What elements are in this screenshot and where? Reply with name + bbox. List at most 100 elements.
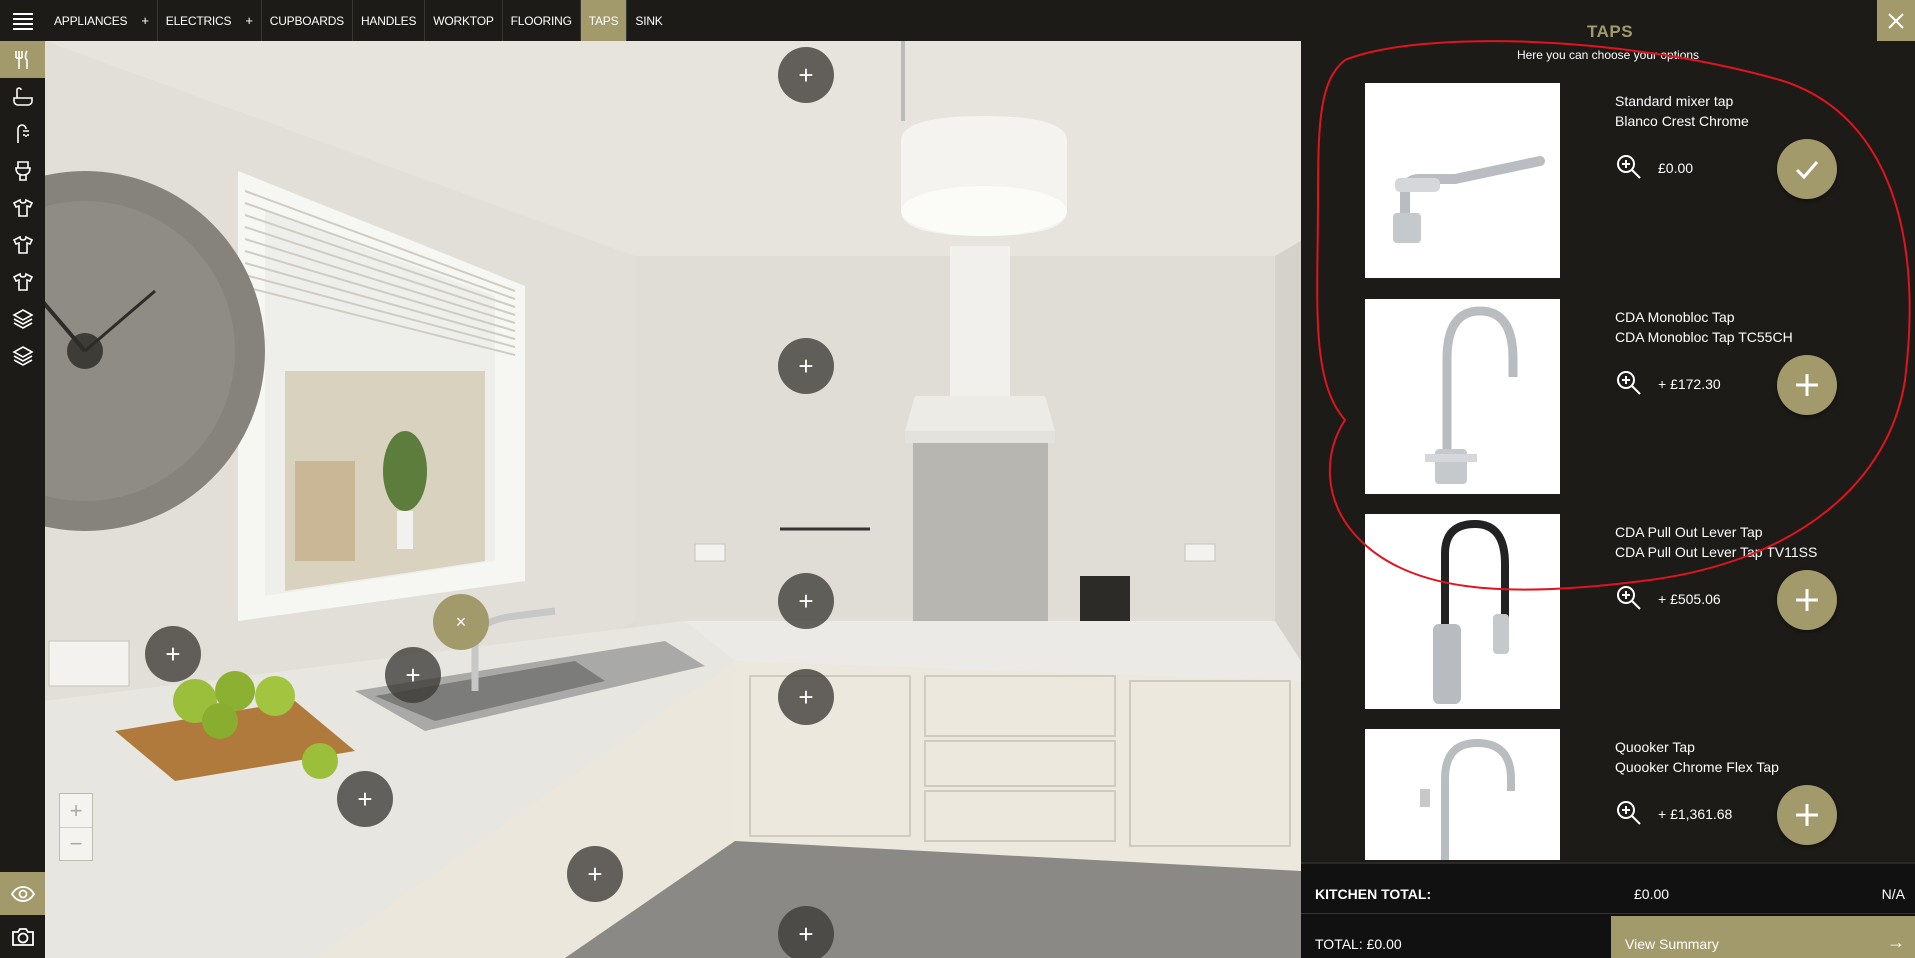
zoom-in-icon[interactable] bbox=[1615, 799, 1643, 827]
expand-icon[interactable]: + bbox=[245, 13, 253, 28]
plus-icon bbox=[1796, 804, 1818, 826]
tap-image[interactable] bbox=[1365, 83, 1560, 278]
option-model: Blanco Crest Chrome bbox=[1615, 113, 1749, 129]
zoom-in-icon[interactable] bbox=[1615, 153, 1643, 181]
option-name: Quooker Tap bbox=[1615, 739, 1695, 755]
hotspot-cupboard[interactable]: + bbox=[567, 846, 623, 902]
option-model: Quooker Chrome Flex Tap bbox=[1615, 759, 1779, 775]
nav-cupboards[interactable]: CUPBOARDS bbox=[262, 0, 353, 41]
nav-sink[interactable]: SINK bbox=[627, 0, 670, 41]
tap-image[interactable] bbox=[1365, 729, 1560, 860]
totals-footer: KITCHEN TOTAL: £0.00 N/A TOTAL: £0.00 Vi… bbox=[1301, 862, 1915, 958]
zoom-in-icon[interactable] bbox=[1615, 584, 1643, 612]
layers-icon[interactable] bbox=[0, 337, 45, 374]
subtitle-text: Here you can choose your options bbox=[1516, 48, 1700, 62]
kitchen-total-na: N/A bbox=[1881, 886, 1905, 902]
hotspot-worktop[interactable]: + bbox=[337, 771, 393, 827]
zoom-out-button[interactable]: − bbox=[60, 827, 92, 860]
nav-label: FLOORING bbox=[510, 13, 572, 28]
hotspot-socket[interactable]: + bbox=[145, 626, 201, 682]
hotspot-hob[interactable]: + bbox=[778, 573, 834, 629]
shirt-icon[interactable] bbox=[0, 189, 45, 226]
top-nav: APPLIANCES + ELECTRICS + CUPBOARDS HANDLES… bbox=[0, 0, 1301, 41]
option-name: CDA Pull Out Lever Tap bbox=[1615, 524, 1763, 540]
panel-title: TAPS bbox=[1587, 22, 1634, 41]
option-card[interactable]: CDA Monobloc Tap CDA Monobloc Tap TC55CH… bbox=[1365, 299, 1885, 494]
plus-icon: + bbox=[405, 660, 421, 690]
close-icon bbox=[1888, 12, 1904, 29]
close-panel-button[interactable] bbox=[1877, 0, 1915, 41]
nav-label: APPLIANCES bbox=[54, 13, 128, 28]
kitchen-total-row: KITCHEN TOTAL: £0.00 N/A bbox=[1301, 862, 1915, 914]
hotspot-drawers[interactable]: + bbox=[778, 669, 834, 725]
plus-icon: + bbox=[798, 586, 814, 616]
kitchen-total-label: KITCHEN TOTAL: bbox=[1315, 886, 1432, 902]
close-icon: × bbox=[455, 612, 467, 632]
toilet-icon[interactable] bbox=[0, 152, 45, 189]
add-option-button[interactable] bbox=[1777, 570, 1837, 630]
options-panel: TAPS Here you can choose your options St… bbox=[1301, 0, 1915, 958]
nav-label: HANDLES bbox=[360, 13, 417, 28]
shirt-icon[interactable] bbox=[0, 226, 45, 263]
hotspot-hood[interactable]: + bbox=[778, 338, 834, 394]
tap-image[interactable] bbox=[1365, 514, 1560, 709]
plus-icon: + bbox=[165, 639, 181, 669]
option-model: CDA Monobloc Tap TC55CH bbox=[1615, 329, 1793, 345]
nav-flooring[interactable]: FLOORING bbox=[503, 0, 581, 41]
kitchen-scene[interactable]: + + + + × + + + + + + − bbox=[45, 41, 1301, 958]
kitchen-total-value: £0.00 bbox=[1634, 886, 1670, 902]
eye-icon[interactable] bbox=[0, 872, 45, 915]
camera-icon[interactable] bbox=[0, 915, 45, 958]
nav-label: ELECTRICS bbox=[165, 13, 232, 28]
shower-icon[interactable] bbox=[0, 115, 45, 152]
add-option-button[interactable] bbox=[1777, 785, 1837, 845]
nav-electrics[interactable]: ELECTRICS + bbox=[158, 0, 262, 41]
selected-check-button[interactable] bbox=[1777, 139, 1837, 199]
option-card[interactable]: CDA Pull Out Lever Tap CDA Pull Out Leve… bbox=[1365, 514, 1885, 709]
option-card[interactable]: Standard mixer tap Blanco Crest Chrome £… bbox=[1365, 83, 1885, 278]
kitchen-render bbox=[45, 41, 1301, 958]
menu-icon[interactable] bbox=[0, 0, 46, 41]
check-icon bbox=[1795, 161, 1819, 180]
option-price: + £1,361.68 bbox=[1658, 806, 1733, 822]
nav-label: CUPBOARDS bbox=[269, 13, 344, 28]
cutlery-icon[interactable] bbox=[0, 41, 45, 78]
grand-total: TOTAL: £0.00 bbox=[1315, 936, 1402, 952]
add-option-button[interactable] bbox=[1777, 355, 1837, 415]
nav-appliances[interactable]: APPLIANCES + bbox=[46, 0, 158, 41]
plus-icon: + bbox=[798, 919, 814, 949]
room-sidebar bbox=[0, 41, 45, 958]
option-name: CDA Monobloc Tap bbox=[1615, 309, 1735, 325]
zoom-in-button[interactable]: + bbox=[60, 794, 92, 827]
sidebar-bottom bbox=[0, 872, 45, 958]
zoom-in-icon[interactable] bbox=[1615, 369, 1643, 397]
plus-icon: + bbox=[798, 351, 814, 381]
nav-worktop[interactable]: WORKTOP bbox=[425, 0, 503, 41]
bath-icon[interactable] bbox=[0, 78, 45, 115]
hotspot-sink[interactable]: + bbox=[385, 647, 441, 703]
view-summary-button[interactable]: View Summary → bbox=[1611, 916, 1915, 958]
plus-icon: + bbox=[798, 60, 814, 90]
hotspot-ceiling[interactable]: + bbox=[778, 47, 834, 103]
nav-handles[interactable]: HANDLES bbox=[353, 0, 426, 41]
kitchen-configurator: APPLIANCES + ELECTRICS + CUPBOARDS HANDLES… bbox=[0, 0, 1915, 958]
tap-image[interactable] bbox=[1365, 299, 1560, 494]
plus-icon: + bbox=[587, 859, 603, 889]
plus-icon bbox=[1796, 589, 1818, 611]
plus-icon: + bbox=[357, 784, 373, 814]
option-price: + £172.30 bbox=[1658, 376, 1721, 392]
plus-icon: + bbox=[798, 682, 814, 712]
panel-subtitle: Here you can choose your options bbox=[1301, 48, 1915, 62]
arrow-right-icon: → bbox=[1887, 932, 1905, 952]
nav-taps[interactable]: TAPS bbox=[580, 0, 628, 41]
shirt-icon[interactable] bbox=[0, 263, 45, 300]
option-model: CDA Pull Out Lever Tap TV11SS bbox=[1615, 544, 1818, 560]
plus-icon bbox=[1796, 374, 1818, 396]
view-summary-label: View Summary bbox=[1625, 936, 1719, 952]
hotspot-floor[interactable]: + bbox=[778, 906, 834, 958]
layers-icon[interactable] bbox=[0, 300, 45, 337]
hotspot-tap-selected[interactable]: × bbox=[433, 594, 489, 650]
nav-label: WORKTOP bbox=[433, 13, 494, 28]
expand-icon[interactable]: + bbox=[141, 13, 149, 28]
option-price: + £505.06 bbox=[1658, 591, 1721, 607]
